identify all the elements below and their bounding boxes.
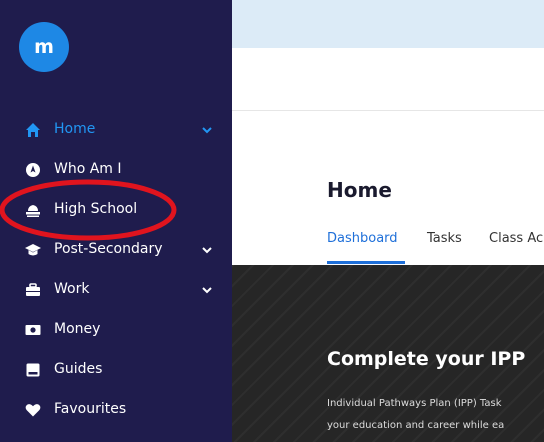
hero-title: Complete your IPP bbox=[327, 348, 526, 370]
book-icon bbox=[26, 363, 40, 377]
sidebar-item-work[interactable]: Work bbox=[0, 270, 232, 310]
sidebar-item-high-school[interactable]: High School bbox=[0, 190, 232, 230]
page-title: Home bbox=[327, 178, 392, 202]
tab-bar: Dashboard Tasks Class Ac bbox=[327, 231, 544, 265]
sidebar-item-label: Money bbox=[54, 321, 101, 337]
sidebar-item-post-secondary[interactable]: Post-Secondary bbox=[0, 230, 232, 270]
tab-dashboard[interactable]: Dashboard bbox=[327, 231, 398, 246]
sidebar-item-who-am-i[interactable]: Who Am I bbox=[0, 150, 232, 190]
chevron-down-icon[interactable] bbox=[201, 125, 213, 135]
sidebar-item-label: Who Am I bbox=[54, 161, 122, 177]
sidebar-item-home[interactable]: Home bbox=[0, 110, 232, 150]
svg-text:m: m bbox=[34, 37, 54, 57]
sidebar-item-money[interactable]: Money bbox=[0, 310, 232, 350]
home-icon bbox=[26, 123, 40, 137]
sidebar: m Home Who Am I High School Post-Seconda… bbox=[0, 0, 232, 442]
tab-class-activities[interactable]: Class Ac bbox=[489, 231, 543, 246]
hero-text-line: your education and career while ea bbox=[327, 420, 505, 431]
sidebar-item-label: Home bbox=[54, 121, 96, 137]
chevron-down-icon[interactable] bbox=[201, 285, 213, 295]
sidebar-item-guides[interactable]: Guides bbox=[0, 350, 232, 390]
notification-banner bbox=[232, 0, 544, 48]
compass-icon bbox=[26, 163, 40, 177]
sidebar-item-label: Favourites bbox=[54, 401, 127, 417]
briefcase-icon bbox=[26, 283, 40, 296]
tab-tasks[interactable]: Tasks bbox=[427, 231, 462, 246]
active-tab-indicator bbox=[327, 261, 405, 264]
main-content: Home Dashboard Tasks Class Ac Complete y… bbox=[232, 0, 544, 442]
school-icon bbox=[26, 205, 40, 217]
sidebar-item-label: Post-Secondary bbox=[54, 241, 163, 257]
graduation-cap-icon bbox=[25, 244, 41, 256]
money-icon bbox=[25, 325, 41, 335]
logo-icon: m bbox=[34, 37, 54, 57]
hero-text-line: Individual Pathways Plan (IPP) Task bbox=[327, 398, 502, 409]
chevron-down-icon[interactable] bbox=[201, 245, 213, 255]
sidebar-item-label: Work bbox=[54, 281, 90, 297]
hero-banner: Complete your IPP Individual Pathways Pl… bbox=[232, 265, 544, 442]
heart-icon bbox=[25, 404, 41, 417]
app-logo[interactable]: m bbox=[19, 22, 69, 72]
sidebar-item-label: High School bbox=[54, 201, 138, 217]
header-divider bbox=[232, 110, 544, 111]
sidebar-item-label: Guides bbox=[54, 361, 103, 377]
hero-description: Individual Pathways Plan (IPP) Task your… bbox=[327, 393, 504, 437]
sidebar-item-favourites[interactable]: Favourites bbox=[0, 390, 232, 430]
